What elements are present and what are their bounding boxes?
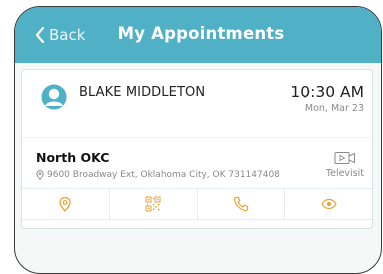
directions-button[interactable] — [22, 189, 110, 219]
phone-icon — [233, 196, 248, 212]
address: 9600 Broadway Ext, Oklahoma City, OK 731… — [36, 170, 280, 180]
qr-code-icon — [145, 196, 161, 212]
avatar-icon — [41, 84, 67, 110]
patient-name: BLAKE MIDDLETON — [79, 85, 206, 100]
location-pin-icon — [36, 170, 44, 180]
divider — [22, 137, 372, 138]
qr-code-button[interactable] — [110, 189, 198, 219]
appointment-date: Mon, Mar 23 — [304, 103, 364, 114]
video-icon — [334, 152, 355, 164]
map-pin-icon — [59, 196, 72, 212]
page-title: My Appointments — [117, 24, 285, 43]
view-details-button[interactable] — [285, 189, 372, 219]
action-bar — [22, 188, 372, 220]
eye-icon — [320, 198, 337, 210]
device-frame: Back My Appointments BLAKE MIDDLETON ✓ 1… — [14, 6, 382, 274]
visit-type: Televisit — [325, 168, 364, 179]
address-text: 9600 Broadway Ext, Oklahoma City, OK 731… — [47, 170, 280, 180]
app-header: Back My Appointments — [15, 7, 381, 63]
appointment-time: 10:30 AM — [290, 83, 364, 101]
location-name: North OKC — [36, 150, 110, 165]
appointment-card[interactable]: BLAKE MIDDLETON ✓ 10:30 AM Mon, Mar 23 N… — [21, 69, 373, 229]
phone-screen: Back My Appointments BLAKE MIDDLETON ✓ 1… — [0, 0, 383, 274]
call-button[interactable] — [198, 189, 286, 219]
